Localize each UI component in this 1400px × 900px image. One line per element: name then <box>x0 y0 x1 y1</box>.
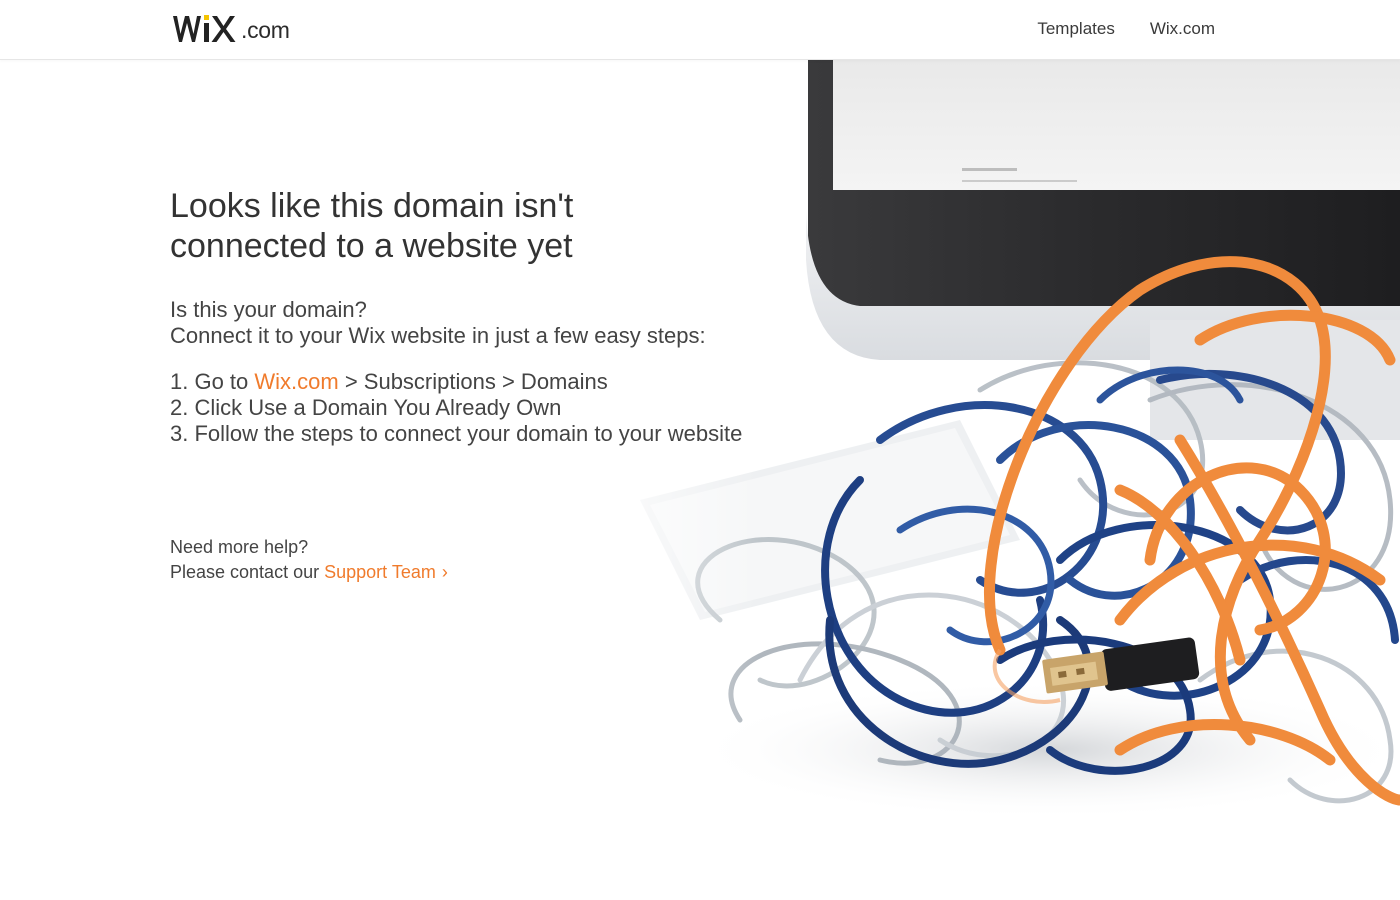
step-item-3: 3. Follow the steps to connect your doma… <box>170 421 743 446</box>
step-item-2: 2. Click Use a Domain You Already Own <box>170 395 562 420</box>
connect-subtitle: Connect it to your Wix website in just a… <box>170 323 706 348</box>
logo-domain-suffix: .com <box>241 17 290 43</box>
nav-templates-link[interactable]: Templates <box>1037 19 1114 39</box>
help-section: Need more help? Please contact our Suppo… <box>170 535 448 585</box>
step1-suffix: > Subscriptions > Domains <box>338 369 608 394</box>
page-title: Looks like this domain isn't connected t… <box>170 187 574 265</box>
support-team-link[interactable]: Support Team <box>324 562 436 582</box>
intro-text: Is this your domain? Connect it to your … <box>170 297 706 349</box>
top-nav: Templates Wix.com <box>1037 19 1215 39</box>
step-item-1: 1. Go to Wix.com > Subscriptions > Domai… <box>170 369 742 395</box>
step1-prefix: 1. Go to <box>170 369 255 394</box>
site-header: .com Templates Wix.com <box>0 0 1400 60</box>
chevron-right-icon[interactable]: › <box>442 562 448 582</box>
nav-wix-com-link[interactable]: Wix.com <box>1150 19 1215 39</box>
wix-logo[interactable]: .com <box>172 9 290 45</box>
wix-com-link[interactable]: Wix.com <box>254 369 338 394</box>
help-heading: Need more help? <box>170 537 309 557</box>
help-contact-line: Please contact our Support Team › <box>170 560 448 585</box>
help-contact-prefix: Please contact our <box>170 562 325 582</box>
domain-question: Is this your domain? <box>170 297 367 322</box>
wix-logo-mark <box>173 15 236 42</box>
steps-list: 1. Go to Wix.com > Subscriptions > Domai… <box>170 369 742 447</box>
